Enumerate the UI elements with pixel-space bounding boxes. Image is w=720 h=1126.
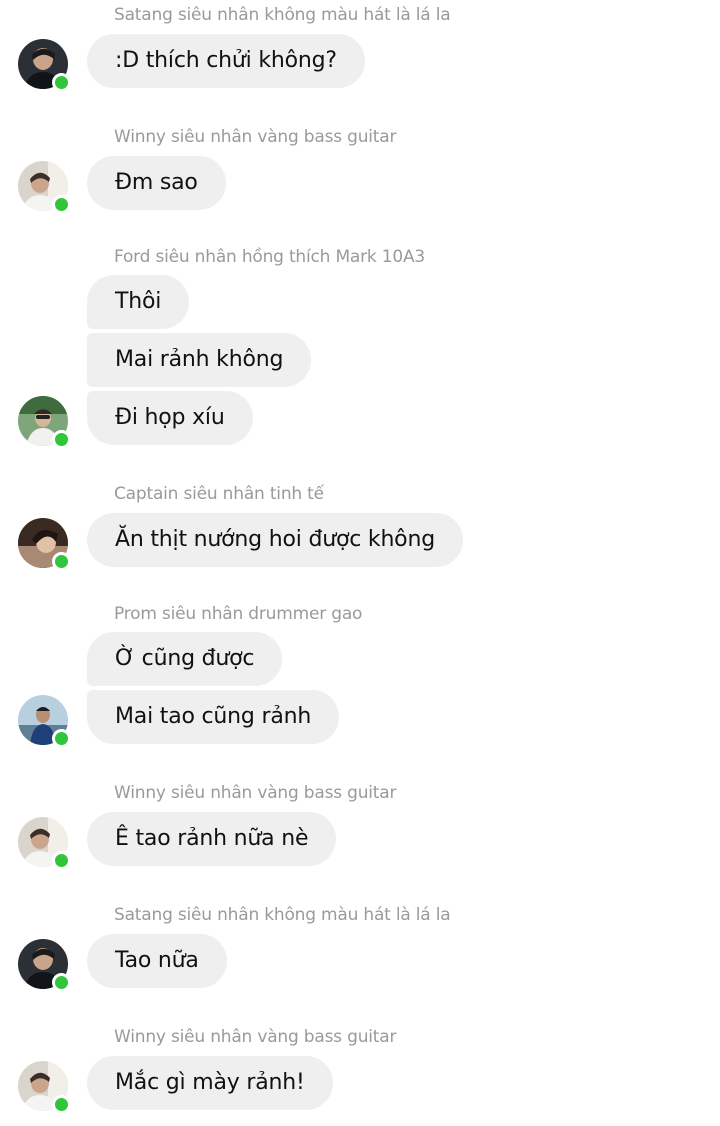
online-status-indicator <box>52 1095 71 1114</box>
message-bubble[interactable]: Tao nữa <box>87 934 227 988</box>
online-status-indicator <box>52 851 71 870</box>
message-bubble[interactable]: Thôi <box>87 275 190 329</box>
avatar[interactable] <box>18 518 71 571</box>
avatar[interactable] <box>18 817 71 870</box>
message-bubble[interactable]: Ăn thịt nướng hoi được không <box>87 513 463 567</box>
avatar[interactable] <box>18 396 71 449</box>
message-bubble[interactable]: Đm sao <box>87 156 226 210</box>
online-status-indicator <box>52 195 71 214</box>
sender-name: Captain siêu nhân tinh tế <box>114 484 324 504</box>
avatar[interactable] <box>18 39 71 92</box>
message-bubble[interactable]: Đi họp xíu <box>87 391 253 445</box>
sender-name: Satang siêu nhân không màu hát là lá la <box>114 5 451 25</box>
sender-name: Prom siêu nhân drummer gao <box>114 604 363 624</box>
avatar[interactable] <box>18 695 71 748</box>
online-status-indicator <box>52 73 71 92</box>
sender-name: Ford siêu nhân hồng thích Mark 10A3 <box>114 247 426 267</box>
online-status-indicator <box>52 973 71 992</box>
avatar[interactable] <box>18 1061 71 1114</box>
message-bubble[interactable]: Ê tao rảnh nữa nè <box>87 812 337 866</box>
sender-name: Winny siêu nhân vàng bass guitar <box>114 783 397 803</box>
message-bubble[interactable]: Ờ cũng được <box>87 632 283 686</box>
avatar[interactable] <box>18 939 71 992</box>
online-status-indicator <box>52 729 71 748</box>
sender-name: Winny siêu nhân vàng bass guitar <box>114 127 397 147</box>
message-bubble[interactable]: Mắc gì mày rảnh! <box>87 1056 333 1110</box>
online-status-indicator <box>52 430 71 449</box>
message-bubble[interactable]: Mai tao cũng rảnh <box>87 690 340 744</box>
message-bubble[interactable]: :D thích chửi không? <box>87 34 365 88</box>
sender-name: Winny siêu nhân vàng bass guitar <box>114 1027 397 1047</box>
avatar[interactable] <box>18 161 71 214</box>
sender-name: Satang siêu nhân không màu hát là lá la <box>114 905 451 925</box>
message-bubble[interactable]: Mai rảnh không <box>87 333 312 387</box>
online-status-indicator <box>52 552 71 571</box>
